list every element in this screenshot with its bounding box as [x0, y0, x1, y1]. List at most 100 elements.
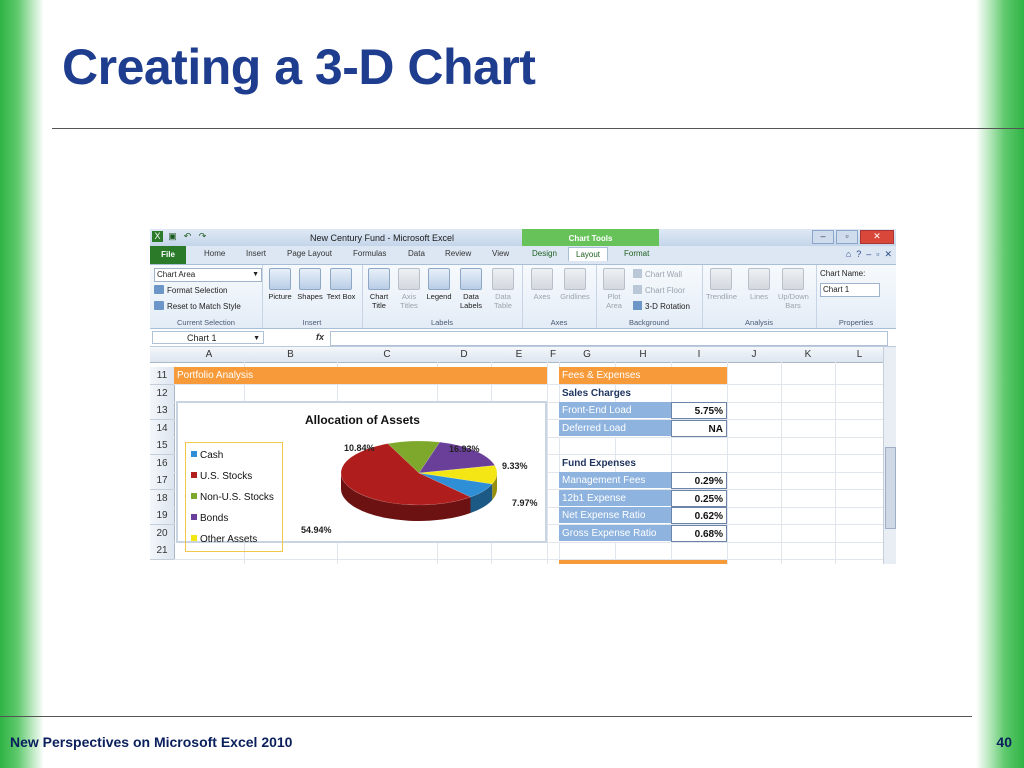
deferred-load-value[interactable]: NA	[671, 420, 727, 437]
plot-area-label: Plot Area	[606, 292, 622, 310]
tab-format[interactable]: Format	[624, 249, 649, 258]
column-header[interactable]: D	[437, 347, 492, 363]
row-header[interactable]: 16	[150, 455, 175, 473]
tab-layout[interactable]: Layout	[568, 247, 609, 261]
column-header[interactable]: E	[491, 347, 548, 363]
shapes-button[interactable]: Shapes	[295, 268, 325, 301]
portfolio-analysis-header[interactable]: Portfolio Analysis	[174, 367, 547, 384]
tab-file[interactable]: File	[150, 246, 186, 264]
front-end-load-value[interactable]: 5.75%	[671, 402, 727, 419]
tab-insert[interactable]: Insert	[246, 249, 266, 258]
pie-chart[interactable]: Allocation of Assets Cash U.S. Stocks No…	[176, 401, 547, 552]
chart-wall-button[interactable]: Chart Wall	[633, 269, 682, 279]
function-icon[interactable]: fx	[316, 332, 324, 342]
group-label: Background	[628, 318, 670, 327]
tab-design[interactable]: Design	[532, 249, 557, 258]
net-expense-ratio-label[interactable]: Net Expense Ratio	[559, 507, 671, 524]
left-accent-bar	[0, 0, 44, 768]
net-expense-ratio-value[interactable]: 0.62%	[671, 507, 727, 524]
gross-expense-ratio-label[interactable]: Gross Expense Ratio	[559, 525, 671, 542]
3d-rotation-button[interactable]: 3-D Rotation	[633, 301, 690, 311]
row-header[interactable]: 13	[150, 402, 175, 420]
front-end-load-label[interactable]: Front-End Load	[559, 402, 671, 419]
chart-name-input[interactable]: Chart 1	[820, 283, 880, 297]
doc-restore-icon[interactable]: ▫	[876, 249, 879, 260]
row-header[interactable]: 20	[150, 525, 175, 543]
column-header[interactable]: B	[244, 347, 338, 363]
formula-input[interactable]	[330, 331, 888, 346]
column-header[interactable]: L	[835, 347, 885, 363]
axes-button[interactable]: Axes	[527, 268, 557, 301]
column-header[interactable]: G	[559, 347, 616, 363]
chart-floor-button[interactable]: Chart Floor	[633, 285, 685, 295]
save-icon[interactable]: ▣	[167, 231, 178, 242]
tab-page-layout[interactable]: Page Layout	[287, 249, 332, 258]
12b1-expense-label[interactable]: 12b1 Expense	[559, 490, 671, 507]
gridlines-label: Gridlines	[560, 292, 590, 301]
reset-style-button[interactable]: Reset to Match Style	[154, 301, 241, 311]
close-icon[interactable]: ✕	[860, 230, 894, 244]
axis-titles-button[interactable]: Axis Titles	[394, 268, 424, 310]
row-header[interactable]: 21	[150, 542, 175, 560]
lines-button[interactable]: Lines	[744, 268, 774, 301]
chart-element-dropdown[interactable]: Chart Area ▼	[154, 268, 262, 282]
doc-minimize-icon[interactable]: –	[866, 249, 871, 260]
rotation-label: 3-D Rotation	[645, 302, 690, 311]
text-box-button[interactable]: Text Box	[326, 268, 356, 301]
row-header[interactable]: 17	[150, 472, 175, 490]
column-header[interactable]: K	[781, 347, 836, 363]
sales-charges-heading[interactable]: Sales Charges	[559, 385, 727, 402]
slide-title: Creating a 3-D Chart	[62, 39, 536, 95]
name-box-value: Chart 1	[187, 333, 217, 343]
gross-expense-ratio-value[interactable]: 0.68%	[671, 525, 727, 542]
gridlines-button[interactable]: Gridlines	[560, 268, 590, 301]
data-label: 10.84%	[344, 443, 375, 453]
column-header[interactable]: H	[615, 347, 672, 363]
12b1-expense-value[interactable]: 0.25%	[671, 490, 727, 507]
chart-title-button[interactable]: Chart Title	[364, 268, 394, 310]
row-header[interactable]: 12	[150, 385, 175, 403]
fees-expenses-header[interactable]: Fees & Expenses	[559, 367, 727, 384]
axes-label: Axes	[533, 292, 551, 301]
help-icon[interactable]: ?	[856, 249, 861, 260]
row-header[interactable]: 19	[150, 507, 175, 525]
updown-bars-button[interactable]: Up/Down Bars	[778, 268, 809, 310]
tab-review[interactable]: Review	[445, 249, 471, 258]
trendline-button[interactable]: Trendline	[706, 268, 737, 301]
name-box[interactable]: Chart 1 ▼	[152, 331, 264, 344]
minimize-ribbon-icon[interactable]: ⌂	[846, 249, 851, 260]
scrollbar-thumb[interactable]	[885, 447, 896, 529]
select-all-corner[interactable]	[150, 347, 175, 363]
tab-view[interactable]: View	[492, 249, 509, 258]
row-header[interactable]: 15	[150, 437, 175, 455]
deferred-load-label[interactable]: Deferred Load	[559, 420, 671, 437]
management-fees-value[interactable]: 0.29%	[671, 472, 727, 489]
doc-close-icon[interactable]: ✕	[884, 249, 892, 260]
format-selection-button[interactable]: Format Selection	[154, 285, 227, 295]
axis-titles-label: Axis Titles	[400, 292, 418, 310]
column-header[interactable]: C	[337, 347, 438, 363]
tab-home[interactable]: Home	[204, 249, 225, 258]
restore-icon[interactable]: ▫	[836, 230, 858, 244]
plot-area-button[interactable]: Plot Area	[599, 268, 629, 310]
minimize-icon[interactable]: –	[812, 230, 834, 244]
undo-icon[interactable]: ↶	[182, 231, 193, 242]
column-header[interactable]: J	[727, 347, 782, 363]
row-header[interactable]: 18	[150, 490, 175, 508]
data-labels-button[interactable]: Data Labels	[456, 268, 486, 310]
column-header[interactable]: I	[671, 347, 728, 363]
vertical-scrollbar[interactable]	[883, 347, 896, 564]
picture-button[interactable]: Picture	[265, 268, 295, 301]
column-header[interactable]: A	[174, 347, 245, 363]
management-fees-label[interactable]: Management Fees	[559, 472, 671, 489]
data-table-button[interactable]: Data Table	[488, 268, 518, 310]
tab-formulas[interactable]: Formulas	[353, 249, 386, 258]
legend-button[interactable]: Legend	[424, 268, 454, 301]
row-header[interactable]: 14	[150, 420, 175, 438]
tab-data[interactable]: Data	[408, 249, 425, 258]
redo-icon[interactable]: ↷	[197, 231, 208, 242]
row-header[interactable]: 11	[150, 367, 175, 385]
fund-expenses-heading[interactable]: Fund Expenses	[559, 455, 727, 472]
group-insert: Picture Shapes Text Box Insert	[262, 265, 363, 328]
pie-plot	[340, 440, 498, 521]
